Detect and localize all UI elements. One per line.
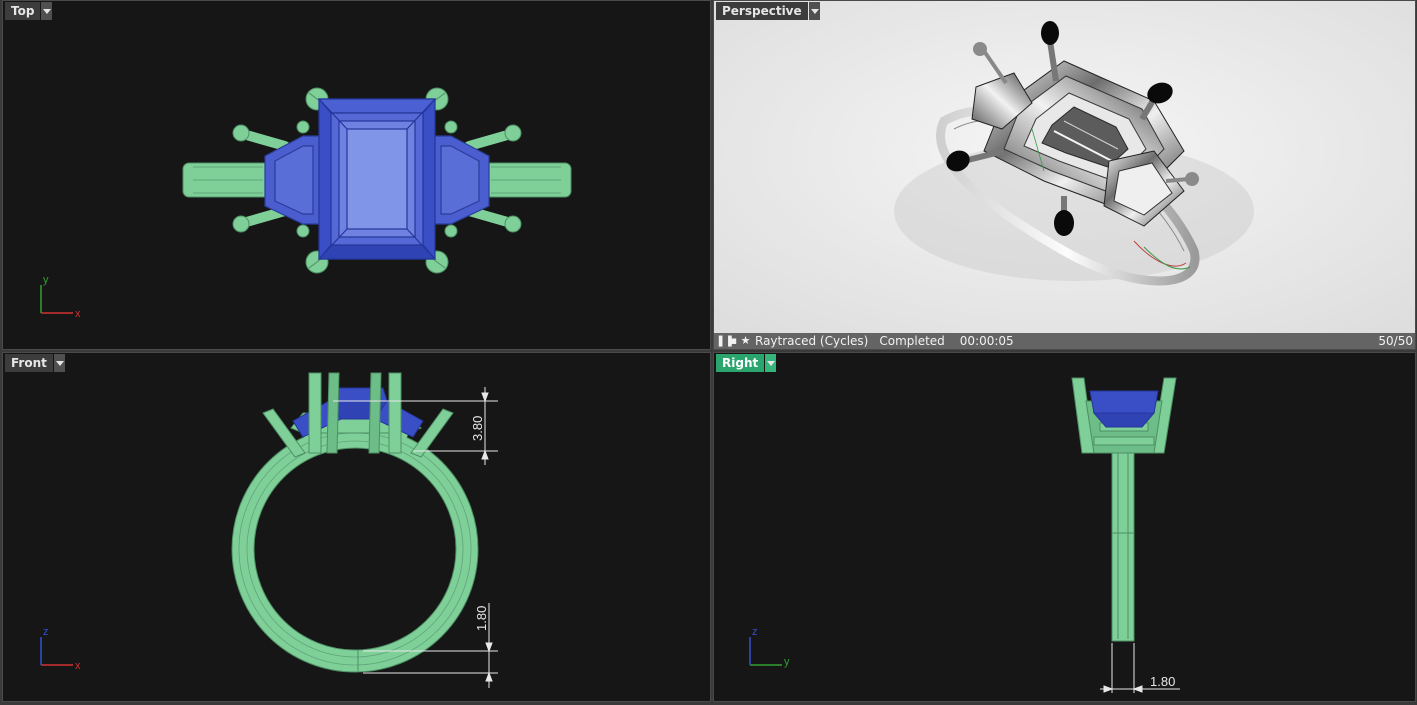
render-elapsed: 00:00:05 xyxy=(959,334,1014,348)
axis-gizmo-front: x z xyxy=(40,626,81,672)
ring-shank-front xyxy=(231,425,479,673)
viewport-right[interactable]: Right 1.80 y z xyxy=(713,352,1416,702)
ring-shank-right xyxy=(1111,448,1135,642)
viewport-tab-label: Top xyxy=(5,2,41,20)
render-state: Completed xyxy=(879,334,945,348)
chevron-down-icon[interactable] xyxy=(765,354,777,372)
axis-label-x: x xyxy=(75,308,81,320)
raytraced-render[interactable] xyxy=(714,1,1416,335)
dimension-shank-width: 1.80 xyxy=(1100,643,1180,693)
top-view-scene[interactable]: x y xyxy=(3,1,711,350)
axis-gizmo-right: y z xyxy=(749,626,790,668)
axis-label-y: y xyxy=(43,274,49,286)
axis-label-z: z xyxy=(43,626,49,638)
pause-icon[interactable]: ❚❚ xyxy=(716,335,734,347)
dimension-label-1-80: 1.80 xyxy=(474,606,489,631)
front-view-scene[interactable]: 3.80 1.80 x z xyxy=(3,353,711,702)
viewport-perspective[interactable]: Perspective ❚❚ ▪ ★ Raytraced (Cycles) Co… xyxy=(713,0,1416,350)
chevron-down-icon[interactable] xyxy=(53,354,65,372)
render-passes: 50/50 xyxy=(1378,334,1413,348)
viewport-tab-label: Front xyxy=(5,354,53,372)
viewport-tab-right[interactable]: Right xyxy=(716,354,777,372)
axis-label-y: y xyxy=(784,656,790,668)
axis-label-z: z xyxy=(752,626,758,638)
viewport-tab-label: Right xyxy=(716,354,765,372)
viewport-tab-perspective[interactable]: Perspective xyxy=(716,2,820,20)
viewport-tab-top[interactable]: Top xyxy=(5,2,53,20)
axis-label-x: x xyxy=(75,660,81,672)
render-status-bar: ❚❚ ▪ ★ Raytraced (Cycles) Completed 00:0… xyxy=(714,333,1415,349)
chevron-down-icon[interactable] xyxy=(808,2,820,20)
chevron-down-icon[interactable] xyxy=(41,2,53,20)
dimension-label-3-80: 3.80 xyxy=(470,416,485,441)
viewport-top[interactable]: Top x y xyxy=(2,0,711,350)
viewport-front[interactable]: Front 3.80 1.80 x z xyxy=(2,352,711,702)
render-mode: Raytraced (Cycles) xyxy=(755,334,869,348)
center-stone-top xyxy=(317,98,437,260)
axis-gizmo-top: x y xyxy=(40,274,81,320)
star-icon[interactable]: ★ xyxy=(740,335,751,347)
lock-icon[interactable]: ▪ xyxy=(728,335,739,347)
right-view-scene[interactable]: 1.80 y z xyxy=(714,353,1416,702)
viewport-tab-front[interactable]: Front xyxy=(5,354,65,372)
viewport-tab-label: Perspective xyxy=(716,2,808,20)
dimension-label-1-80: 1.80 xyxy=(1150,674,1175,689)
